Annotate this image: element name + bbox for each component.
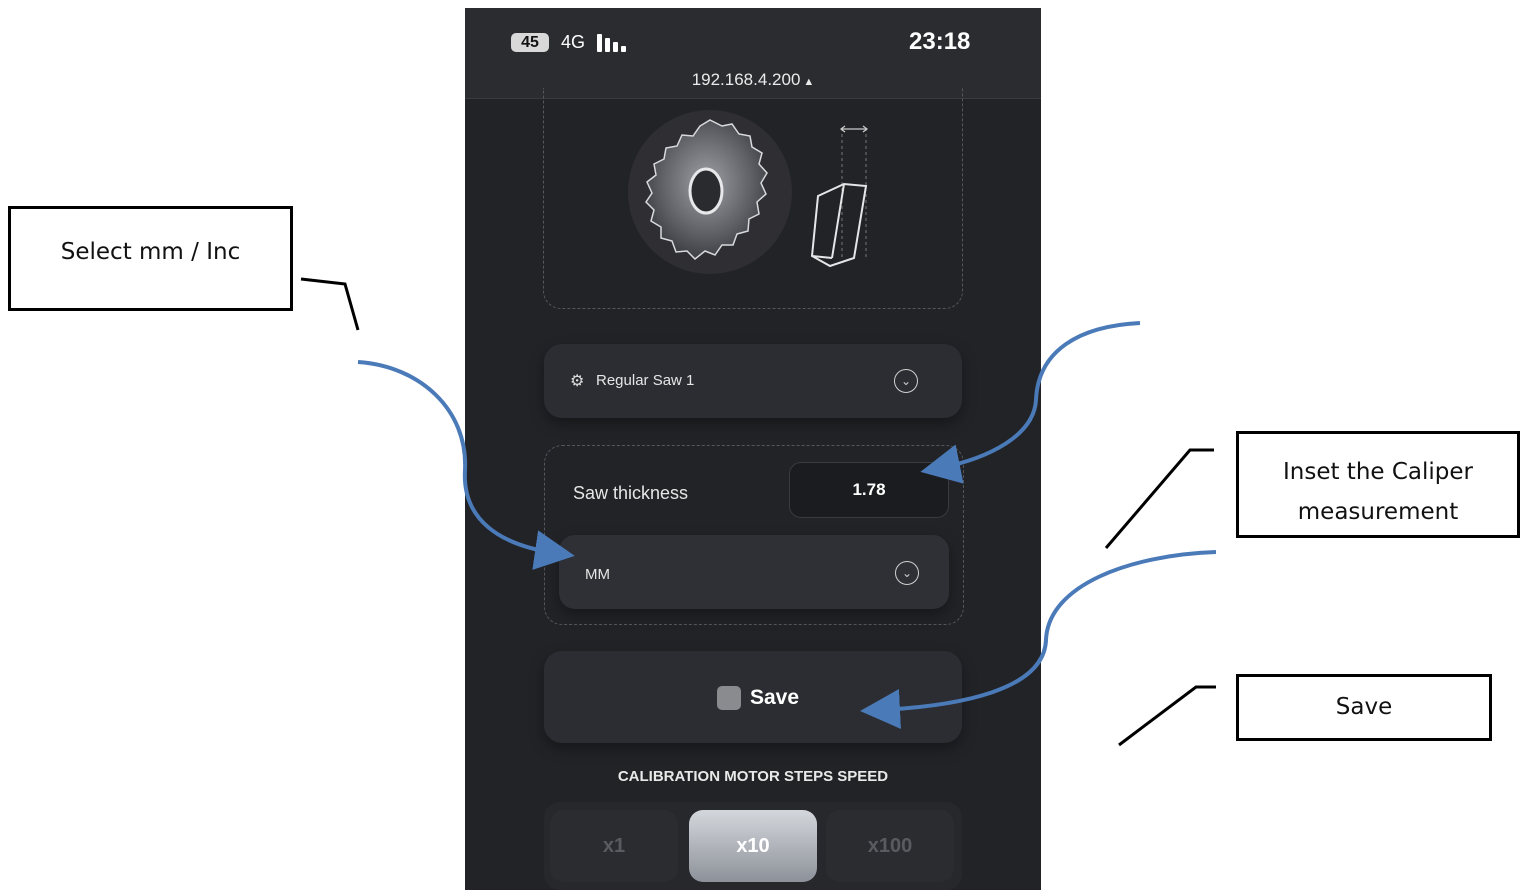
save-button-label: Save	[750, 686, 800, 709]
save-button[interactable]: Save	[544, 651, 962, 743]
callout-caliper: Inset the Caliper measurement	[1236, 431, 1520, 538]
saw-tooth-icon	[810, 182, 868, 268]
callout-save: Save	[1236, 674, 1492, 741]
leader-line-save	[1118, 685, 1216, 747]
saw-illustration-panel	[543, 88, 963, 309]
unit-select[interactable]: MM ⌄	[559, 535, 949, 609]
thickness-label: Saw thickness	[573, 483, 689, 503]
network-type: 4G	[561, 32, 586, 52]
chevron-down-icon: ⌄	[895, 561, 919, 585]
speed-option-x1[interactable]: x1	[550, 810, 678, 882]
unit-value: MM	[585, 566, 610, 583]
thickness-input[interactable]: 1.78	[789, 462, 949, 518]
warning-icon: ▲	[803, 76, 815, 88]
callout-caliper-line2: measurement	[1297, 499, 1459, 525]
battery-indicator: 45	[511, 33, 549, 52]
status-bar: 45 4G 23:18 192.168.4.200 ▲	[465, 8, 1041, 99]
saw-blade-illustration	[628, 110, 868, 274]
chevron-down-icon: ⌄	[894, 369, 918, 393]
arbor-hole	[688, 167, 724, 215]
callout-unit: Select mm / Inc	[8, 206, 293, 311]
thickness-group: Saw thickness 1.78 MM ⌄	[544, 445, 964, 625]
speed-selector: x1 x10 x100	[544, 802, 962, 890]
address-url: 192.168.4.200	[691, 70, 801, 89]
address-bar[interactable]: 192.168.4.200 ▲	[465, 70, 1041, 90]
save-icon	[717, 686, 741, 710]
calibration-speed-title: CALIBRATION MOTOR STEPS SPEED	[617, 768, 889, 785]
callout-caliper-line1: Inset the Caliper	[1282, 459, 1474, 485]
status-time: 23:18	[909, 28, 971, 55]
speed-option-x10[interactable]: x10	[689, 810, 817, 882]
signal-bars-icon	[597, 34, 633, 52]
leader-line-unit	[300, 277, 360, 331]
saw-type-value: Regular Saw 1	[596, 372, 695, 389]
phone-screen: 45 4G 23:18 192.168.4.200 ▲ ⚙ Regular Sa…	[465, 8, 1041, 890]
speed-option-x100[interactable]: x100	[826, 810, 954, 882]
gear-icon: ⚙	[570, 373, 585, 390]
saw-type-select[interactable]: ⚙ Regular Saw 1 ⌄	[544, 344, 962, 418]
leader-line-caliper	[1104, 448, 1214, 549]
